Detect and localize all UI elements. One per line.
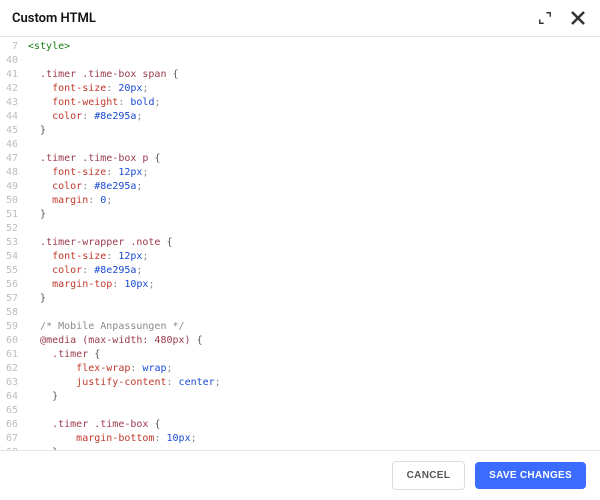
code-editor[interactable]: 7404142434445464748495051525354555657585… — [0, 37, 600, 451]
modal-title: Custom HTML — [12, 11, 96, 26]
close-icon[interactable] — [568, 8, 588, 28]
expand-icon[interactable] — [536, 9, 554, 27]
cancel-button[interactable]: CANCEL — [392, 461, 465, 490]
header-actions — [536, 8, 588, 28]
modal-footer: CANCEL SAVE CHANGES — [0, 451, 600, 500]
line-numbers: 7404142434445464748495051525354555657585… — [0, 37, 24, 451]
code-content[interactable]: <style> .timer .time-box span { font-siz… — [24, 37, 600, 451]
save-button[interactable]: SAVE CHANGES — [475, 462, 586, 489]
modal-header: Custom HTML — [0, 0, 600, 37]
